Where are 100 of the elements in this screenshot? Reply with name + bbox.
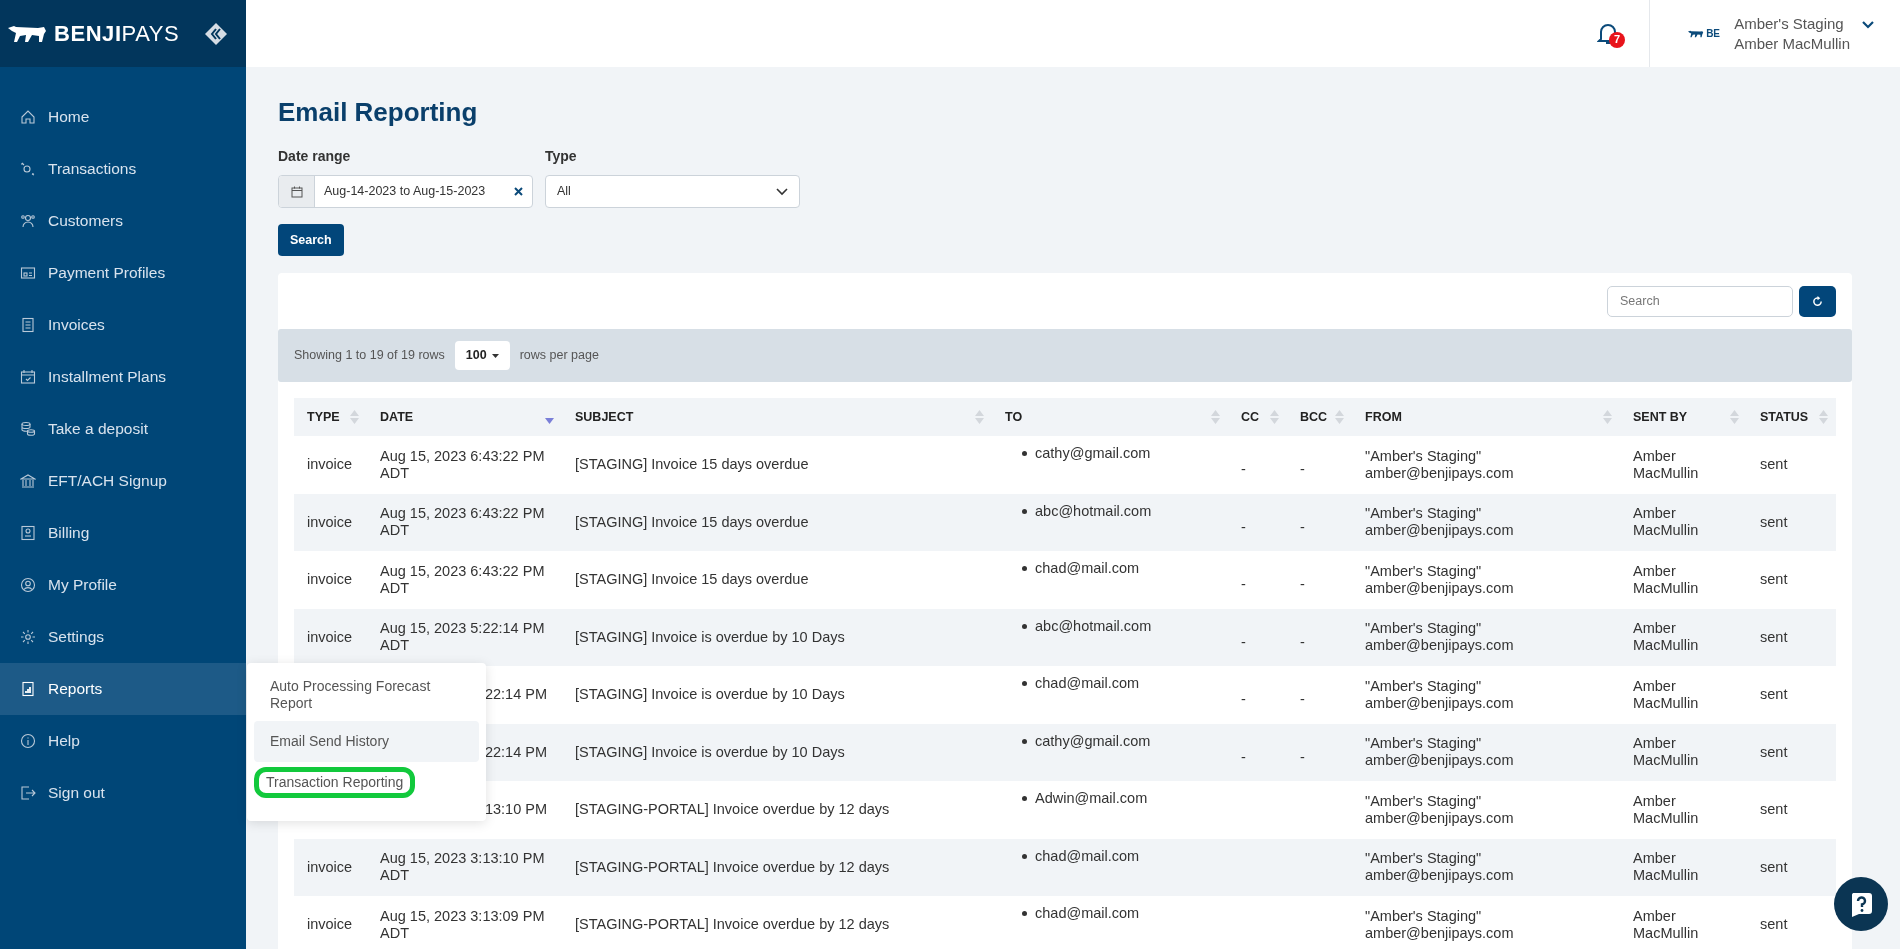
bar-chart-icon xyxy=(20,681,36,697)
column-header[interactable]: BCC xyxy=(1300,407,1328,427)
sent-by-cell-text: Amber MacMullin xyxy=(1633,562,1700,597)
sidebar-item[interactable]: Reports xyxy=(0,663,246,715)
subject-cell: [STAGING-PORTAL] Invoice overdue by 12 days xyxy=(575,858,890,876)
sidebar-item[interactable]: Installment Plans xyxy=(0,351,246,403)
bcc-cell: - xyxy=(1300,691,1305,709)
refresh-icon xyxy=(1812,295,1823,307)
sender-cell-text: "Amber's Staging" amber@benjipays.com xyxy=(1365,735,1515,770)
type-cell: invoice xyxy=(307,916,353,934)
user-circle-icon xyxy=(20,577,36,593)
dog-logo-icon xyxy=(8,24,48,43)
sort-icon[interactable] xyxy=(1730,410,1739,424)
sender-cell-text: "Amber's Staging" amber@benjipays.com xyxy=(1365,505,1515,540)
document-icon xyxy=(20,317,36,333)
transactions-icon xyxy=(20,161,36,177)
status-cell: sent xyxy=(1760,456,1788,474)
sidebar-item[interactable]: My Profile xyxy=(0,559,246,611)
type-cell: invoice xyxy=(307,513,353,531)
chevron-down-icon[interactable] xyxy=(1862,20,1874,29)
home-icon xyxy=(20,109,36,125)
field-label: Date range xyxy=(278,147,352,166)
type-cell: invoice xyxy=(307,571,353,589)
menu-item[interactable]: Email Send History xyxy=(254,721,479,762)
date-cell: 22:14 PM xyxy=(484,743,547,761)
sender-cell-text: "Amber's Staging" amber@benjipays.com xyxy=(1365,677,1515,712)
subject-cell: [STAGING] Invoice is overdue by 10 Days xyxy=(575,743,845,761)
sign-out-icon xyxy=(20,785,36,801)
column-header[interactable]: TO xyxy=(1005,407,1023,427)
brand-logo-text: BENJIPAYS xyxy=(54,20,180,48)
calendar-check-icon xyxy=(20,369,36,385)
id-card-icon xyxy=(20,265,36,281)
sidebar-item[interactable]: Invoices xyxy=(0,299,246,351)
field-label: Type xyxy=(545,147,578,166)
sort-icon[interactable] xyxy=(1335,410,1344,424)
column-header[interactable]: DATE xyxy=(380,407,414,427)
refresh-button[interactable] xyxy=(1799,285,1836,317)
type-select[interactable]: All xyxy=(545,175,800,208)
subject-cell: [STAGING-PORTAL] Invoice overdue by 12 days xyxy=(575,916,890,934)
page-size-dropdown[interactable]: 100 xyxy=(454,341,510,370)
page-title: Email Reporting xyxy=(278,96,479,128)
status-cell: sent xyxy=(1760,743,1788,761)
bcc-cell: - xyxy=(1300,518,1305,536)
sidebar-item[interactable]: Settings xyxy=(0,611,246,663)
sent-by-cell-text: Amber MacMullin xyxy=(1633,792,1700,827)
sidebar-item[interactable]: Take a deposit xyxy=(0,403,246,455)
sender-cell-text: "Amber's Staging" amber@benjipays.com xyxy=(1365,792,1515,827)
sort-icon[interactable] xyxy=(975,410,984,424)
sidebar-item[interactable]: Transactions xyxy=(0,143,246,195)
help-chat-button[interactable] xyxy=(1834,877,1888,931)
sort-icon[interactable] xyxy=(350,410,359,424)
column-header[interactable]: SENT BY xyxy=(1633,407,1688,427)
cc-cell: - xyxy=(1241,461,1246,479)
sort-icon[interactable] xyxy=(1270,410,1279,424)
people-icon xyxy=(20,213,36,229)
sidebar-item[interactable]: Customers xyxy=(0,195,246,247)
status-cell: sent xyxy=(1760,628,1788,646)
cc-cell: - xyxy=(1241,576,1246,594)
column-header[interactable]: STATUS xyxy=(1760,407,1809,427)
column-header[interactable]: FROM xyxy=(1365,407,1402,427)
sent-by-cell-text: Amber MacMullin xyxy=(1633,620,1700,655)
pagination-summary: Showing 1 to 19 of 19 rows xyxy=(294,347,445,365)
sidebar-item[interactable]: EFT/ACH Signup xyxy=(0,455,246,507)
sidebar-item[interactable]: Billing xyxy=(0,507,246,559)
subject-cell: [STAGING] Invoice 15 days overdue xyxy=(575,571,809,589)
info-icon xyxy=(20,733,36,749)
column-header[interactable]: SUBJECT xyxy=(575,407,634,427)
settings-icon xyxy=(20,629,36,645)
cc-cell: - xyxy=(1241,748,1246,766)
receipt-icon xyxy=(20,525,36,541)
status-cell: sent xyxy=(1760,571,1788,589)
sidebar-item[interactable]: Help xyxy=(0,715,246,767)
chevron-down-icon xyxy=(776,187,788,196)
column-header[interactable]: TYPE xyxy=(307,407,340,427)
sort-descending-icon[interactable] xyxy=(545,418,554,424)
date-cell-text: Aug 15, 2023 6:43:22 PM ADT xyxy=(380,562,546,597)
sort-icon[interactable] xyxy=(1819,410,1828,424)
recipient-cell: cathy@gmail.com xyxy=(1005,445,1151,462)
subject-cell: [STAGING-PORTAL] Invoice overdue by 12 days xyxy=(575,801,890,819)
sort-icon[interactable] xyxy=(1603,410,1612,424)
sender-cell-text: "Amber's Staging" amber@benjipays.com xyxy=(1365,620,1515,655)
sent-by-cell-text: Amber MacMullin xyxy=(1633,850,1700,885)
type-cell: invoice xyxy=(307,628,353,646)
search-field[interactable]: Search xyxy=(1607,285,1793,317)
sidebar-item[interactable]: Home xyxy=(0,91,246,143)
subject-cell: [STAGING] Invoice 15 days overdue xyxy=(575,456,809,474)
column-header[interactable]: CC xyxy=(1241,407,1260,427)
date-range-field[interactable]: Aug-14-2023 to Aug-15-2023 xyxy=(278,175,533,208)
menu-item[interactable]: Transaction Reporting xyxy=(254,767,416,798)
cc-cell: - xyxy=(1241,518,1246,536)
user-name: Amber MacMullin xyxy=(1734,33,1850,54)
sidebar-item[interactable]: Sign out xyxy=(0,767,246,819)
recipient-cell: chad@mail.com xyxy=(1005,560,1140,577)
sent-by-cell-text: Amber MacMullin xyxy=(1633,505,1700,540)
sort-icon[interactable] xyxy=(1211,410,1220,424)
collapse-sidebar-icon[interactable] xyxy=(205,22,228,45)
search-button[interactable]: Search xyxy=(278,224,344,256)
recipient-cell: chad@mail.com xyxy=(1005,905,1140,922)
clear-icon[interactable] xyxy=(514,187,523,196)
sidebar-item[interactable]: Payment Profiles xyxy=(0,247,246,299)
